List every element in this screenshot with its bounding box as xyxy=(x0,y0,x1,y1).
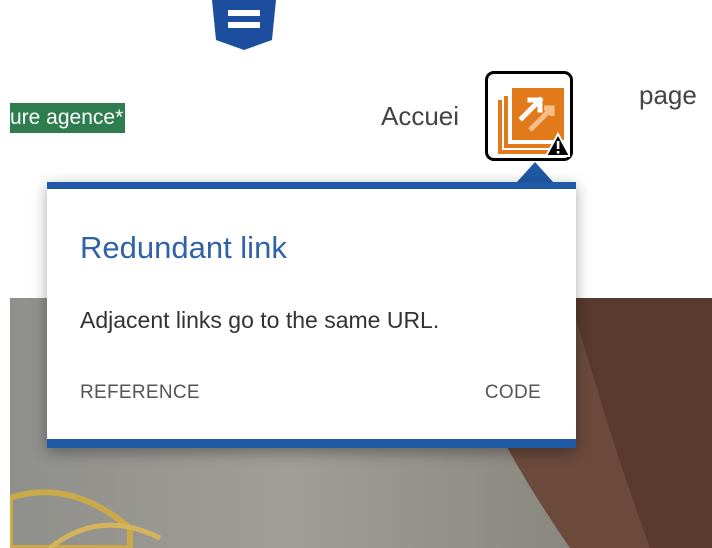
tooltip-message: Adjacent links go to the same URL. xyxy=(80,307,440,333)
reference-link[interactable]: REFERENCE xyxy=(80,382,200,404)
highlighted-link-text[interactable]: ure agence* xyxy=(10,103,126,133)
tooltip-title: Redundant link xyxy=(80,230,287,265)
code-link[interactable]: CODE xyxy=(485,382,541,404)
site-logo-icon xyxy=(210,0,278,50)
redundant-link-tooltip: Redundant link Adjacent links go to the … xyxy=(47,182,576,448)
tooltip-pointer xyxy=(516,162,554,183)
redundant-link-alert-icon[interactable] xyxy=(485,71,573,161)
nav-link-page[interactable]: page xyxy=(639,77,697,113)
nav-link-accueil[interactable]: Accuei xyxy=(381,98,459,134)
